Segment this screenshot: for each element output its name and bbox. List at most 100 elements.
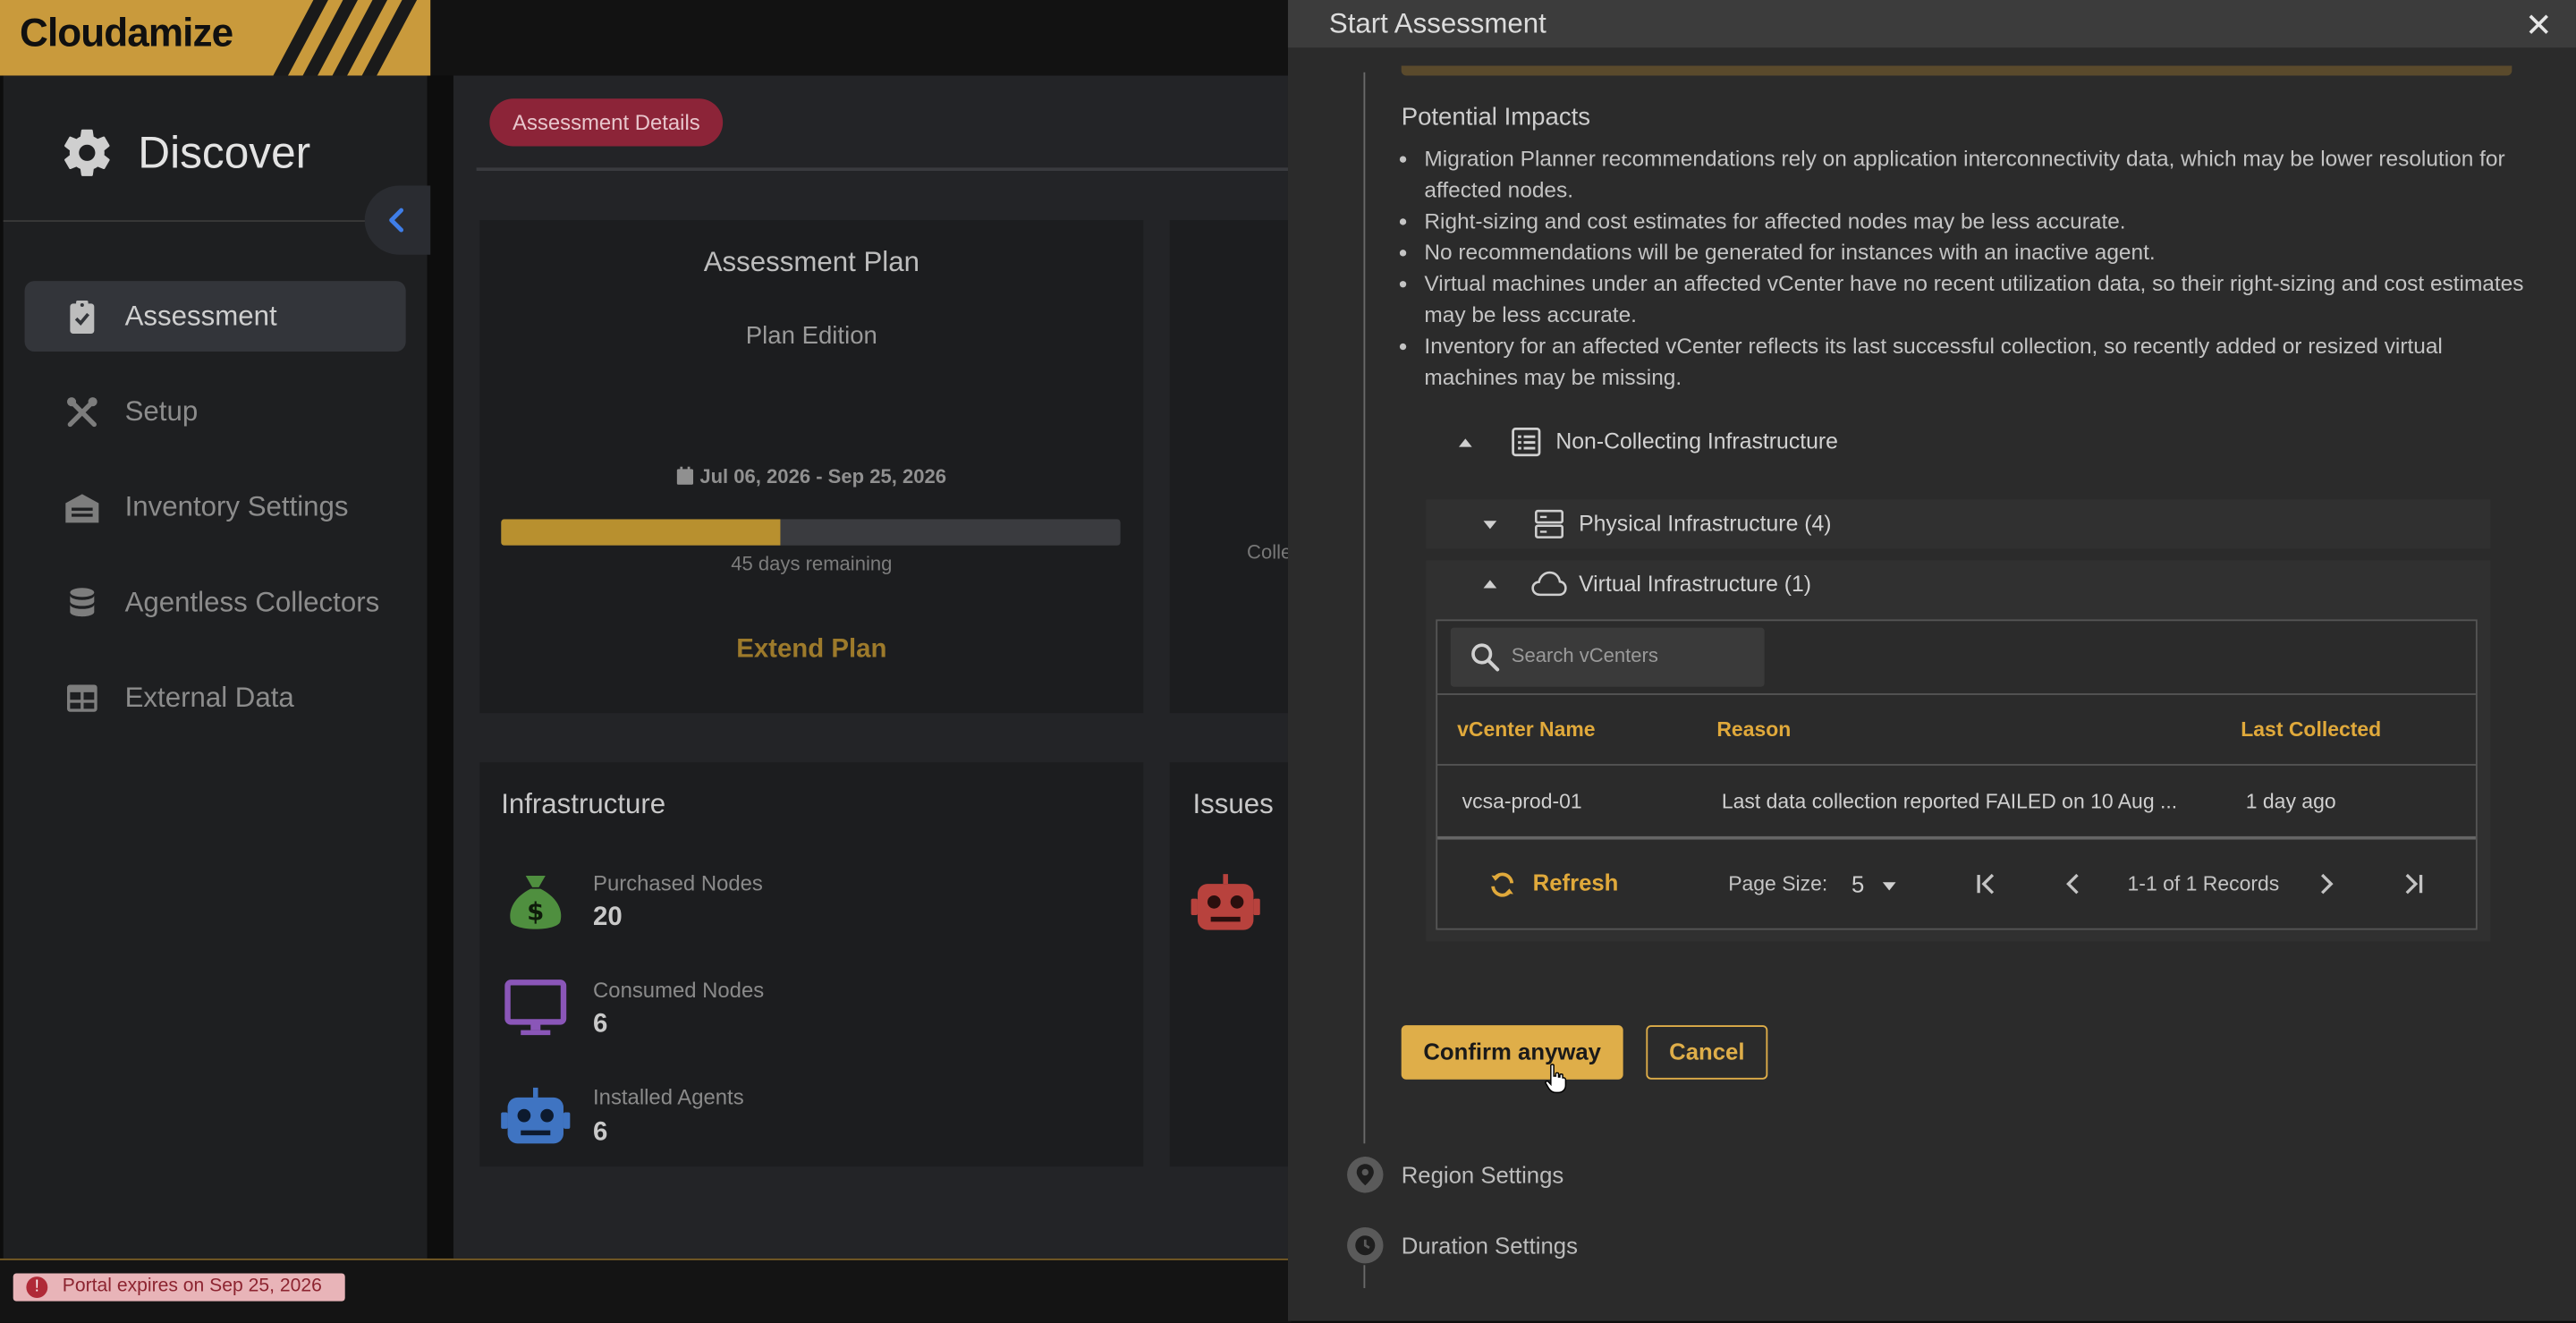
duration-settings-step-icon — [1347, 1227, 1384, 1264]
page-size-value: 5 — [1851, 870, 1865, 897]
last-page-icon[interactable] — [2400, 872, 2426, 895]
close-icon[interactable]: ✕ — [2525, 5, 2553, 47]
column-header-reason[interactable]: Reason — [1716, 718, 1791, 742]
virtual-infrastructure-row[interactable]: Virtual Infrastructure (1) — [1426, 560, 2490, 609]
column-header-last-collected[interactable]: Last Collected — [2241, 718, 2381, 742]
step-region-settings[interactable]: Region Settings — [1402, 1162, 1564, 1188]
caret-down-icon — [1882, 882, 1896, 891]
extend-plan-button[interactable]: Extend Plan — [479, 636, 1143, 666]
caret-down-icon — [1483, 521, 1497, 530]
first-page-icon[interactable] — [1973, 872, 1999, 895]
gear-icon — [64, 129, 110, 176]
next-page-icon[interactable] — [2315, 872, 2338, 895]
calendar-icon — [676, 466, 693, 485]
table-divider — [1437, 693, 2476, 695]
sidebar-item-external-data[interactable]: External Data — [25, 662, 406, 733]
plan-title: Assessment Plan — [703, 246, 919, 278]
caret-up-icon — [1458, 438, 1472, 447]
list-icon — [1512, 428, 1541, 457]
refresh-icon — [1491, 872, 1514, 897]
clock-icon — [1355, 1235, 1376, 1256]
search-vcenters-input[interactable]: Search vCenters — [1450, 627, 1765, 687]
issues-title: Issues — [1192, 788, 1274, 820]
physical-infrastructure-label: Physical Infrastructure (4) — [1579, 511, 1832, 536]
cancel-button[interactable]: Cancel — [1646, 1025, 1768, 1080]
column-header-vcenter-name[interactable]: vCenter Name — [1457, 718, 1595, 742]
logo[interactable]: Cloudamize — [0, 0, 431, 76]
stat-label-installed-agents: Installed Agents — [593, 1084, 744, 1109]
impact-item: Inventory for an affected vCenter reflec… — [1424, 330, 2541, 393]
monitor-icon — [504, 980, 567, 1036]
region-settings-step-icon — [1347, 1157, 1384, 1193]
table-divider — [1437, 835, 2476, 840]
stat-label-consumed-nodes: Consumed Nodes — [593, 977, 765, 1003]
table-row[interactable]: vcsa-prod-01 Last data collection report… — [1437, 766, 2476, 836]
cell-vcenter-name: vcsa-prod-01 — [1462, 790, 1582, 814]
infrastructure-title: Infrastructure — [501, 788, 666, 820]
assessment-details-tab[interactable]: Assessment Details — [489, 98, 724, 147]
plan-edition: Plan Edition — [745, 321, 877, 351]
issues-robot-icon — [1191, 874, 1260, 930]
plan-progress-fill — [501, 519, 780, 546]
sidebar-item-assessment[interactable]: Assessment — [24, 281, 406, 352]
physical-infrastructure-row[interactable]: Physical Infrastructure (4) — [1426, 499, 2491, 549]
search-placeholder: Search vCenters — [1511, 643, 1658, 667]
sidebar-item-label: Inventory Settings — [124, 491, 349, 523]
page-size-select[interactable]: 5 — [1852, 869, 1907, 903]
database-icon — [70, 588, 95, 617]
non-collecting-toggle[interactable]: Non-Collecting Infrastructure — [1455, 428, 2276, 461]
impact-item: Virtual machines under an affected vCent… — [1424, 267, 2541, 330]
server-icon — [1535, 509, 1563, 539]
tools-icon — [66, 397, 97, 428]
stepper-line-end — [1363, 1265, 1366, 1288]
alert-icon: ! — [26, 1276, 48, 1298]
caret-up-icon — [1483, 580, 1497, 589]
step-duration-settings[interactable]: Duration Settings — [1402, 1233, 1578, 1259]
cell-reason: Last data collection reported FAILED on … — [1721, 790, 2178, 814]
robot-icon — [501, 1087, 571, 1144]
sidebar-item-agentless-collectors[interactable]: Agentless Collectors — [25, 567, 406, 638]
impact-item: Right-sizing and cost estimates for affe… — [1424, 206, 2541, 237]
previous-page-icon[interactable] — [2062, 872, 2085, 895]
sidebar-item-setup[interactable]: Setup — [25, 377, 406, 447]
main-divider — [476, 167, 1292, 172]
hand-cursor-icon — [1545, 1064, 1567, 1094]
map-pin-icon — [1356, 1164, 1374, 1186]
page-size-label: Page Size: — [1728, 872, 1828, 896]
cell-last-collected: 1 day ago — [2245, 790, 2336, 814]
svg-text:$: $ — [527, 898, 544, 927]
search-icon — [1471, 643, 1500, 672]
logo-text: Cloudamize — [20, 11, 233, 56]
impact-item: Migration Planner recommendations rely o… — [1424, 143, 2541, 206]
impact-item: No recommendations will be generated for… — [1424, 236, 2541, 267]
stepper-line — [1363, 72, 1366, 1144]
sidebar-item-inventory-settings[interactable]: Inventory Settings — [25, 471, 406, 542]
warehouse-icon — [65, 494, 99, 523]
stat-label-purchased-nodes: Purchased Nodes — [593, 870, 763, 896]
modal-title: Start Assessment — [1328, 8, 1546, 40]
sidebar-divider — [3, 220, 369, 222]
sidebar-item-label: Assessment — [124, 301, 277, 333]
refresh-button[interactable]: Refresh — [1533, 869, 1619, 895]
confirm-anyway-button[interactable]: Confirm anyway — [1401, 1025, 1623, 1080]
portal-expiry-text: Portal expires on Sep 25, 2026 — [62, 1276, 322, 1297]
portal-expiry-badge: ! Portal expires on Sep 25, 2026 — [13, 1273, 345, 1302]
potential-impacts-title: Potential Impacts — [1401, 103, 1591, 131]
table-icon — [66, 684, 97, 712]
collection-card-label: Colle — [1247, 540, 1292, 564]
sidebar-item-label: Agentless Collectors — [124, 586, 380, 618]
money-bag-icon: $ — [510, 875, 562, 929]
plan-progress-bar — [501, 519, 1121, 546]
plan-dates-text: Jul 06, 2026 - Sep 25, 2026 — [699, 464, 947, 488]
chevron-left-icon — [389, 208, 404, 233]
cloud-icon — [1531, 571, 1567, 597]
clipboard-check-icon — [70, 300, 95, 335]
issues-card — [1169, 762, 1292, 1167]
non-collecting-label: Non-Collecting Infrastructure — [1555, 428, 1838, 454]
sidebar-item-label: External Data — [124, 682, 294, 714]
collapse-sidebar-button[interactable] — [364, 185, 431, 255]
collection-card — [1169, 220, 1292, 714]
sidebar-title: Discover — [138, 128, 311, 178]
records-count: 1-1 of 1 Records — [2127, 872, 2280, 896]
plan-dates: Jul 06, 2026 - Sep 25, 2026 — [479, 465, 1143, 488]
